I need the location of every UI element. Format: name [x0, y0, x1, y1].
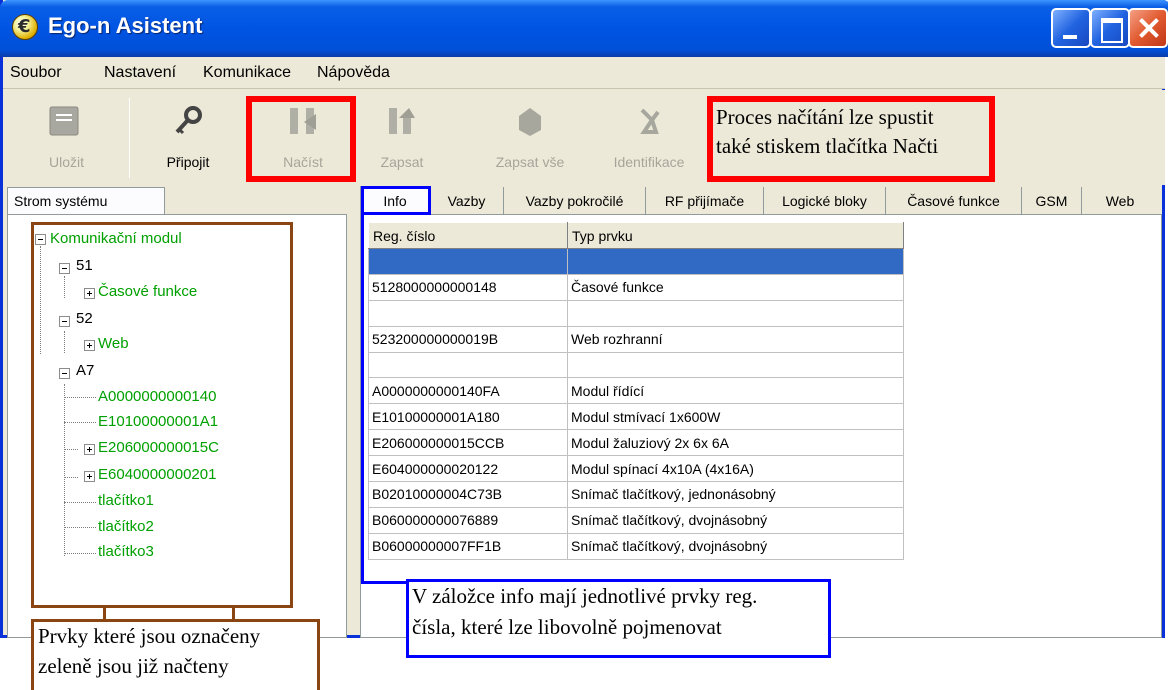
tab-rf-prijimace[interactable]: RF přijímače [646, 187, 764, 215]
tab-vazby[interactable]: Vazby [430, 187, 504, 215]
reg-number-cell[interactable]: B060000000076889 [368, 506, 568, 534]
reg-number-cell[interactable]: E10100000001A180 [368, 403, 568, 431]
table-row[interactable]: E206000000015CCB Modul žaluziový 2x 6x 6A [368, 429, 904, 457]
maximize-button[interactable] [1090, 8, 1130, 48]
loaded-items-highlight [31, 222, 293, 608]
reg-number-cell[interactable]: E604000000020122 [368, 455, 568, 483]
info-area-highlight [361, 212, 366, 584]
menu-soubor[interactable]: Soubor [10, 64, 62, 82]
write-all-icon [519, 108, 541, 136]
table-row[interactable]: 523200000000019B Web rozhranní [368, 325, 904, 353]
element-type-cell[interactable]: Modul řídící [567, 377, 904, 405]
table-row[interactable]: B06000000007FF1B Snímač tlačítkový, dvojn… [368, 532, 904, 560]
menu-komunikace[interactable]: Komunikace [203, 64, 291, 82]
element-type-cell[interactable]: Web rozhranní [567, 325, 904, 353]
table-row[interactable]: B060000000076889 Snímač tlačítkový, dvojn… [368, 506, 904, 534]
tab-gsm[interactable]: GSM [1022, 187, 1082, 215]
table-row[interactable] [368, 351, 904, 379]
element-type-cell[interactable]: Modul žaluziový 2x 6x 6A [567, 429, 904, 457]
reg-number-cell[interactable]: B06000000007FF1B [368, 532, 568, 560]
tab-system-tree[interactable]: Strom systému [7, 187, 165, 215]
tab-web[interactable]: Web [1082, 187, 1158, 215]
table-row[interactable]: B02010000004C73B Snímač tlačítkový, jedno… [368, 481, 904, 508]
element-type-cell[interactable] [567, 248, 904, 275]
annotation-line: zeleně jsou již načteny [38, 652, 229, 681]
key-icon [175, 106, 202, 135]
app-logo-icon [12, 14, 38, 40]
title-bar[interactable]: Ego-n Asistent [0, 0, 1168, 57]
element-type-cell[interactable] [567, 299, 904, 327]
column-header-element-type[interactable]: Typ prvku [567, 222, 904, 249]
reg-number-cell[interactable]: B02010000004C73B [368, 481, 568, 508]
annotation-line: Prvky které jsou označeny [38, 622, 261, 651]
info-area-highlight [361, 581, 409, 584]
element-type-cell[interactable]: Modul spínací 4x10A (4x16A) [567, 455, 904, 483]
table-row[interactable]: E604000000020122 Modul spínací 4x10A (4x1… [368, 455, 904, 483]
element-type-cell[interactable]: Snímač tlačítkový, dvojnásobný [567, 506, 904, 534]
tab-logicke-bloky[interactable]: Logické bloky [764, 187, 886, 215]
reg-number-cell[interactable]: 523200000000019B [368, 325, 568, 353]
element-type-cell[interactable] [567, 351, 904, 379]
save-button[interactable]: Uložit [11, 90, 117, 185]
annotation-line: také stiskem tlačítka Načti [716, 134, 939, 158]
reg-number-cell[interactable] [368, 248, 568, 275]
table-row[interactable] [368, 299, 904, 327]
table-row[interactable]: 5128000000000148 Časové funkce [368, 273, 904, 301]
table-row[interactable] [368, 248, 904, 275]
write-icon [389, 108, 415, 134]
element-type-cell[interactable]: Modul stmívací 1x600W [567, 403, 904, 431]
save-icon [49, 106, 79, 136]
element-type-cell[interactable]: Snímač tlačítkový, dvojnásobný [567, 532, 904, 560]
identify-button[interactable]: Identifikace [593, 90, 705, 185]
read-button-highlight [246, 96, 356, 182]
reg-number-cell[interactable] [368, 351, 568, 379]
column-header-reg-number[interactable]: Reg. číslo [368, 222, 568, 249]
write-button[interactable]: Zapsat [369, 90, 435, 185]
annotation-line: Proces načítání lze spustit [716, 105, 934, 129]
annotation-line: čísla, které lze libovolně pojmenovat [412, 613, 722, 642]
reg-number-cell[interactable]: A0000000000140FA [368, 377, 568, 405]
tab-casove-funkce[interactable]: Časové funkce [886, 187, 1022, 215]
reg-number-cell[interactable]: 5128000000000148 [368, 273, 568, 301]
menu-napoveda[interactable]: Nápověda [317, 64, 390, 82]
write-all-button[interactable]: Zapsat vše [475, 90, 585, 185]
table-row[interactable]: A0000000000140FA Modul řídící [368, 377, 904, 405]
identify-icon [640, 108, 660, 134]
window-title: Ego-n Asistent [48, 13, 203, 38]
element-type-cell[interactable]: Časové funkce [567, 273, 904, 301]
minimize-button[interactable] [1051, 8, 1091, 48]
menu-bar: Soubor Nastavení Komunikace Nápověda [3, 57, 1165, 89]
close-button[interactable] [1128, 8, 1168, 48]
annotation-line: V záložce info mají jednotlivé prvky reg… [412, 582, 758, 611]
info-table: Reg. číslo Typ prvku 5128000000000148 Čas… [368, 222, 904, 560]
reg-number-cell[interactable] [368, 299, 568, 327]
connect-button[interactable]: Připojit [133, 90, 243, 185]
info-tab-highlight [361, 186, 431, 215]
element-type-cell[interactable]: Snímač tlačítkový, jednonásobný [567, 481, 904, 508]
tab-vazby-pokrocile[interactable]: Vazby pokročilé [504, 187, 646, 215]
reg-number-cell[interactable]: E206000000015CCB [368, 429, 568, 457]
menu-nastaveni[interactable]: Nastavení [104, 64, 176, 82]
tab-bar: Info Vazby Vazby pokročilé RF přijímače … [360, 186, 1162, 216]
table-row[interactable]: E10100000001A180 Modul stmívací 1x600W [368, 403, 904, 431]
